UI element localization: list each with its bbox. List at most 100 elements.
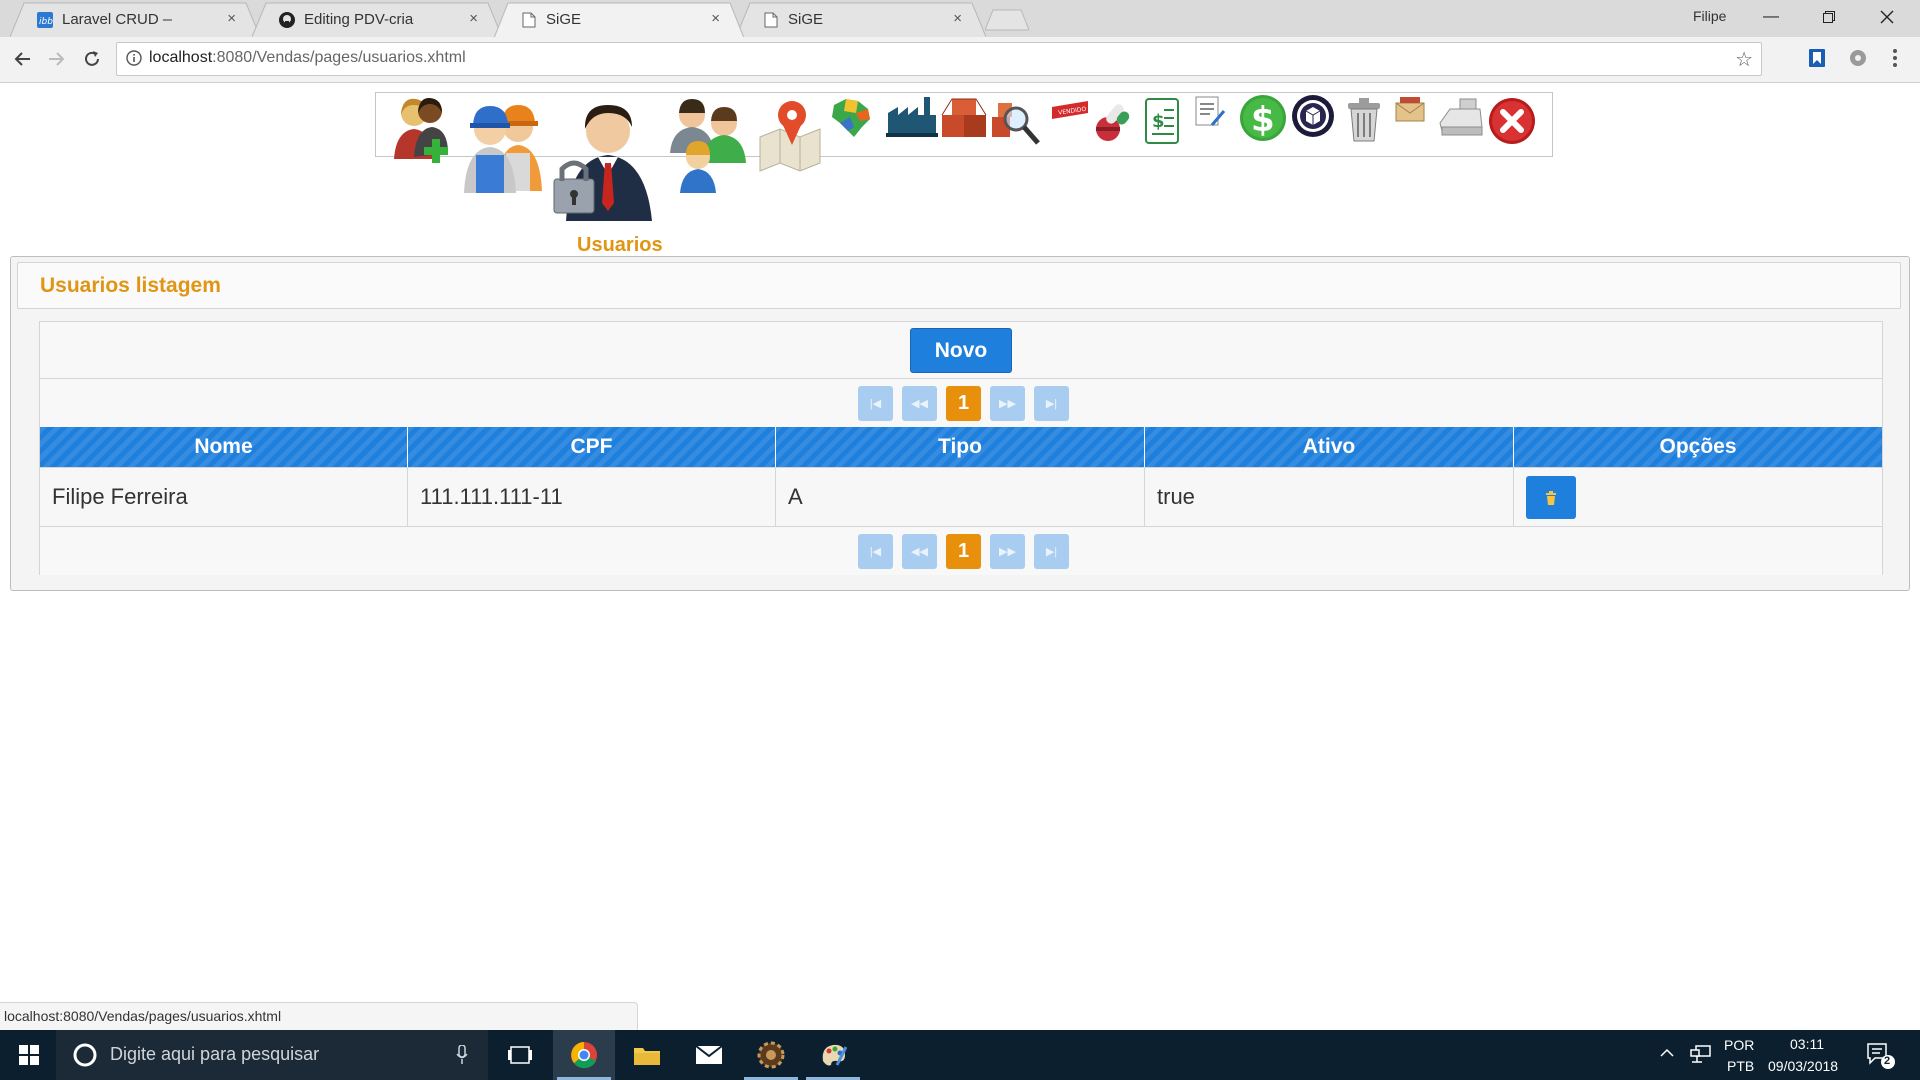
first-page-icon[interactable]: |◀ — [858, 386, 893, 421]
taskbar-search-box[interactable]: Digite aqui para pesquisar — [56, 1030, 488, 1080]
tab-title: SiGE — [788, 11, 824, 28]
github-icon — [279, 12, 295, 28]
vendido-icon[interactable]: VENDIDO — [1050, 93, 1090, 137]
fabrica-icon[interactable] — [886, 93, 938, 139]
close-icon[interactable]: × — [953, 10, 962, 27]
paint-icon[interactable] — [802, 1030, 864, 1080]
search-placeholder: Digite aqui para pesquisar — [110, 1044, 320, 1064]
caixa-icon[interactable] — [1290, 93, 1336, 139]
info-icon[interactable] — [126, 50, 142, 66]
menu-dots-icon[interactable] — [1890, 47, 1900, 69]
usuarios-icon[interactable] — [548, 93, 662, 223]
file-explorer-icon[interactable] — [616, 1030, 678, 1080]
panel-title: Usuarios listagem — [40, 274, 221, 297]
browser-toolbar: localhost:8080/Vendas/pages/usuarios.xht… — [0, 37, 1920, 83]
reload-icon[interactable] — [78, 45, 106, 73]
pesquisa-icon[interactable] — [988, 93, 1042, 149]
trash-icon — [1546, 490, 1556, 505]
window-close-icon[interactable] — [1858, 0, 1916, 34]
windows-start-icon[interactable] — [0, 1030, 58, 1080]
dinheiro-icon[interactable]: $ — [1238, 93, 1288, 143]
next-page-icon[interactable]: ▶▶ — [990, 534, 1025, 569]
page-icon — [521, 12, 537, 28]
tab-editing-pdv[interactable]: Editing PDV-criado-com × — [252, 2, 502, 37]
last-page-icon[interactable]: ▶| — [1034, 534, 1069, 569]
tab-sige-2[interactable]: SiGE × — [736, 2, 986, 37]
bookmark-extension-icon[interactable] — [1808, 48, 1826, 68]
first-page-icon[interactable]: |◀ — [858, 534, 893, 569]
svg-text:$: $ — [1152, 111, 1165, 132]
close-icon[interactable]: × — [711, 10, 720, 27]
chrome-taskbar-icon[interactable] — [553, 1030, 615, 1080]
column-header-tipo[interactable]: Tipo — [776, 427, 1145, 467]
minimize-icon[interactable]: — — [1742, 0, 1800, 34]
prev-page-icon[interactable]: ◀◀ — [902, 534, 937, 569]
panel-header: Usuarios listagem — [17, 262, 1901, 309]
page-icon — [763, 12, 779, 28]
novo-button[interactable]: Novo — [910, 328, 1012, 373]
extension-icon[interactable] — [1848, 48, 1868, 68]
svg-text:$: $ — [1251, 100, 1275, 140]
restore-icon[interactable] — [1800, 0, 1858, 34]
new-tab-button[interactable] — [985, 9, 1029, 31]
mail-icon[interactable] — [678, 1030, 740, 1080]
tab-title: Laravel CRUD — imgbb.c — [62, 11, 172, 28]
column-header-nome[interactable]: Nome — [40, 427, 408, 467]
svg-text:ibb: ibb — [39, 17, 53, 27]
prev-page-icon[interactable]: ◀◀ — [902, 386, 937, 421]
produtos-icon[interactable] — [938, 93, 990, 143]
imgbb-icon: ibb — [37, 12, 53, 28]
settings-gear-taskbar-icon[interactable] — [740, 1030, 802, 1080]
lixeira-icon[interactable] — [1342, 93, 1386, 145]
farmacia-icon[interactable] — [1090, 93, 1134, 149]
page-number-current[interactable]: 1 — [946, 386, 981, 421]
mapa-icon[interactable] — [756, 93, 824, 173]
star-icon[interactable]: ☆ — [1735, 47, 1753, 72]
paginator-top: |◀ ◀◀ 1 ▶▶ ▶| — [40, 378, 1882, 427]
microphone-icon[interactable] — [456, 1045, 468, 1065]
close-icon[interactable]: × — [469, 10, 478, 27]
back-arrow-icon[interactable] — [8, 45, 36, 73]
caixa-postal-icon[interactable] — [1392, 93, 1428, 129]
tab-strip: ibb Laravel CRUD — imgbb.c × Editing PDV… — [0, 0, 1920, 37]
cell-nome: Filipe Ferreira — [40, 468, 408, 526]
tab-laravel-crud[interactable]: ibb Laravel CRUD — imgbb.c × — [10, 2, 260, 37]
cell-cpf: 111.111.111-11 — [408, 468, 776, 526]
forward-arrow-icon[interactable] — [43, 45, 71, 73]
network-icon[interactable] — [1690, 1044, 1712, 1064]
fornecedores-icon[interactable] — [664, 93, 752, 193]
close-icon[interactable]: × — [227, 10, 236, 27]
next-page-icon[interactable]: ▶▶ — [990, 386, 1025, 421]
action-center-icon[interactable]: 2 — [1866, 1042, 1896, 1070]
column-header-ativo[interactable]: Ativo — [1145, 427, 1514, 467]
menu-active-label: Usuarios — [577, 234, 663, 256]
language-top[interactable]: POR — [1724, 1037, 1754, 1053]
estados-icon[interactable] — [828, 93, 874, 139]
status-url-bubble: localhost:8080/Vendas/pages/usuarios.xht… — [0, 1002, 638, 1031]
relatorio-icon[interactable]: $ — [1140, 93, 1184, 149]
notification-count: 2 — [1884, 1055, 1891, 1067]
cortana-icon — [73, 1043, 97, 1067]
page-number-current[interactable]: 1 — [946, 534, 981, 569]
funcionarios-icon[interactable] — [460, 93, 546, 195]
clock-date[interactable]: 09/03/2018 — [1768, 1058, 1838, 1074]
url-text[interactable]: localhost:8080/Vendas/pages/usuarios.xht… — [149, 49, 466, 67]
address-bar[interactable]: localhost:8080/Vendas/pages/usuarios.xht… — [116, 42, 1762, 76]
sair-icon[interactable] — [1486, 93, 1538, 149]
task-view-icon[interactable] — [491, 1030, 549, 1080]
tab-sige-active[interactable]: SiGE × — [494, 2, 744, 37]
language-bottom[interactable]: PTB — [1727, 1058, 1754, 1074]
usuarios-datatable: Novo |◀ ◀◀ 1 ▶▶ ▶| Nome CPF Tipo Ativo O… — [39, 321, 1883, 575]
clock-time[interactable]: 03:11 — [1790, 1036, 1824, 1052]
documento-icon[interactable] — [1192, 93, 1228, 133]
profile-name[interactable]: Filipe — [1693, 8, 1726, 24]
last-page-icon[interactable]: ▶| — [1034, 386, 1069, 421]
delete-button[interactable] — [1526, 476, 1576, 519]
caixa-registradora-icon[interactable] — [1436, 93, 1486, 139]
tab-title: Editing PDV-criado-com — [304, 11, 414, 28]
clientes-icon[interactable] — [388, 93, 458, 173]
column-header-opcoes: Opções — [1659, 435, 1737, 458]
main-menu: VENDIDO $ $ — [375, 92, 1553, 221]
column-header-cpf[interactable]: CPF — [408, 427, 776, 467]
chevron-up-icon[interactable] — [1660, 1046, 1674, 1060]
